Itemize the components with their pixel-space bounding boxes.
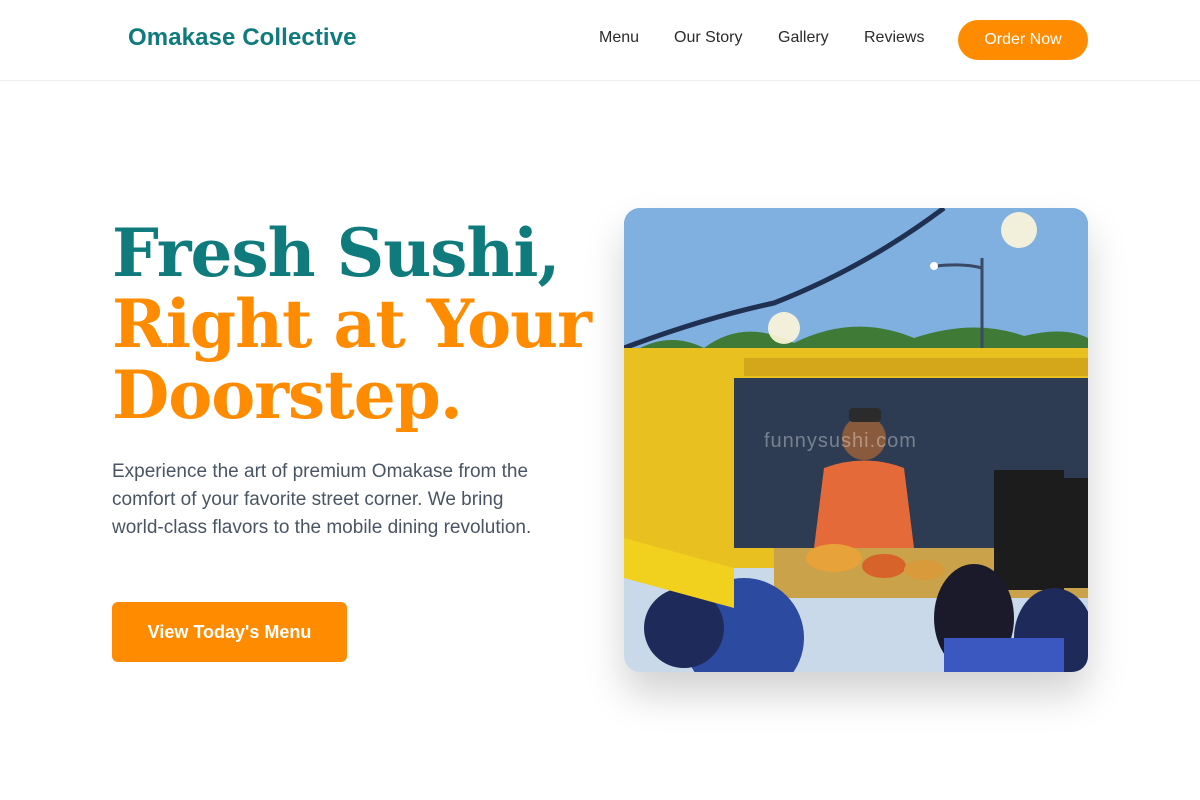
nav-link-gallery[interactable]: Gallery (778, 29, 829, 47)
nav-link-reviews[interactable]: Reviews (864, 29, 924, 47)
hero-description: Experience the art of premium Omakase fr… (112, 461, 532, 538)
view-menu-button[interactable]: View Today's Menu (112, 602, 347, 662)
hero-title-line-3: Doorstep. (112, 356, 463, 434)
food-truck-photo: funnysushi.com (624, 208, 1088, 672)
hero-title: Fresh Sushi, Right at Your Doorstep. (112, 218, 592, 431)
image-watermark: funnysushi.com (764, 430, 917, 452)
site-header: Omakase Collective Menu Our Story Galler… (0, 0, 1200, 81)
hero-title-line-2: Right at Your (112, 285, 592, 363)
brand-logo[interactable]: Omakase Collective (128, 24, 357, 52)
nav-link-our-story[interactable]: Our Story (674, 29, 742, 47)
hero-title-line-1: Fresh Sushi, (112, 214, 560, 292)
order-now-button[interactable]: Order Now (958, 20, 1088, 60)
nav-link-menu[interactable]: Menu (599, 29, 639, 47)
